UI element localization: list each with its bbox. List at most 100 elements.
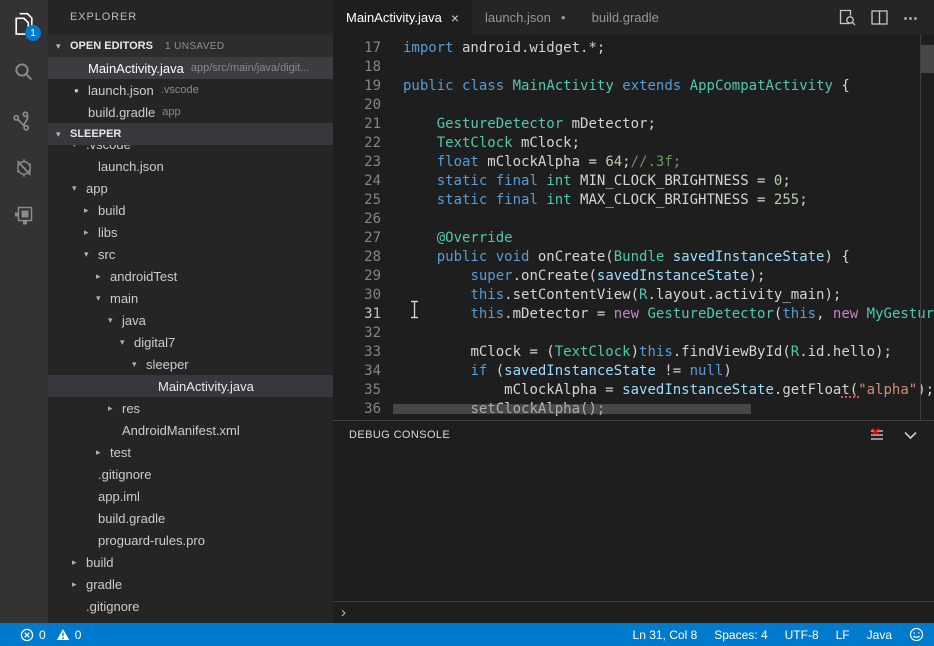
open-editor-item[interactable]: ●launch.json.vscode — [48, 79, 333, 101]
line-number: 35 — [333, 381, 381, 400]
chevron-right-icon: ▸ — [108, 403, 122, 414]
tree-item-label: MainActivity.java — [158, 379, 254, 394]
tree-item--gitignore[interactable]: .gitignore — [48, 595, 333, 617]
tree-item-build-gradle[interactable]: build.gradle — [48, 507, 333, 529]
tree-item-src[interactable]: ▾src — [48, 243, 333, 265]
tree-item-app-iml[interactable]: app.iml — [48, 485, 333, 507]
unsaved-count-badge: 1 UNSAVED — [165, 41, 225, 52]
search-icon — [12, 60, 36, 84]
warning-count: 0 — [75, 628, 82, 642]
line-number: 22 — [333, 134, 381, 153]
tree-item-launch-json[interactable]: launch.json — [48, 155, 333, 177]
line-content: static final int MAX_CLOCK_BRIGHTNESS = … — [403, 191, 808, 210]
status-lf[interactable]: LF — [836, 628, 850, 642]
code-line: 24 static final int MIN_CLOCK_BRIGHTNESS… — [333, 172, 934, 191]
activitybar-debug[interactable] — [0, 144, 48, 192]
status-java[interactable]: Java — [867, 628, 892, 642]
chevron-down-icon: ▾ — [108, 315, 122, 326]
code-line: 23 float mClockAlpha = 64;//.3f; — [333, 153, 934, 172]
problems-indicator[interactable]: 0 — [20, 628, 46, 642]
tree-item-libs[interactable]: ▸libs — [48, 221, 333, 243]
tree-item-app[interactable]: ▾app — [48, 177, 333, 199]
tree-item-gradle[interactable]: ▸gradle — [48, 573, 333, 595]
split-editor-icon[interactable] — [871, 10, 888, 25]
tree-item-proguard-rules-pro[interactable]: proguard-rules.pro — [48, 529, 333, 551]
tree-item-build[interactable]: ▸build — [48, 551, 333, 573]
tree-item-androidtest[interactable]: ▸androidTest — [48, 265, 333, 287]
open-editor-filename: MainActivity.java — [88, 61, 184, 76]
folder-section-header[interactable]: ▾ SLEEPER — [48, 123, 333, 145]
status-bar: 0 0 Ln 31, Col 8 Spaces: 4 UTF-8 LF Java — [0, 623, 934, 646]
status-utf-8[interactable]: UTF-8 — [785, 628, 819, 642]
chevron-down-icon: ▾ — [120, 337, 134, 348]
code-lines: 17import android.widget.*;1819public cla… — [333, 39, 934, 419]
tree-item-label: .gitignore — [86, 599, 139, 614]
tree-item--vscode[interactable]: ▾.vscode — [48, 145, 333, 155]
main-row: 1 — [0, 0, 934, 623]
status-ln[interactable]: Ln 31, Col 8 — [633, 628, 698, 642]
code-line: 31 this.mDetector = new GestureDetector(… — [333, 305, 934, 324]
status-spaces[interactable]: Spaces: 4 — [714, 628, 767, 642]
panel-output[interactable] — [333, 449, 934, 601]
tree-item-res[interactable]: ▸res — [48, 397, 333, 419]
chevron-right-icon: ▸ — [84, 205, 98, 216]
activitybar-extensions[interactable] — [0, 192, 48, 240]
sidebar-title: EXPLORER — [48, 0, 333, 35]
line-number: 36 — [333, 400, 381, 419]
line-number: 30 — [333, 286, 381, 305]
collapse-panel-icon[interactable] — [903, 430, 918, 441]
tree-item-main[interactable]: ▾main — [48, 287, 333, 309]
folder-name: SLEEPER — [70, 128, 121, 140]
activitybar-source-control[interactable] — [0, 96, 48, 144]
clear-console-icon[interactable] — [869, 428, 885, 443]
line-number: 21 — [333, 115, 381, 134]
editor-group: MainActivity.java×launch.json●build.grad… — [333, 0, 934, 623]
tree-item-build[interactable]: ▸build — [48, 199, 333, 221]
open-preview-icon[interactable] — [839, 9, 856, 26]
open-editor-item[interactable]: MainActivity.javaapp/src/main/java/digit… — [48, 57, 333, 79]
open-editor-item[interactable]: build.gradleapp — [48, 101, 333, 123]
line-number: 17 — [333, 39, 381, 58]
tree-item-androidmanifest-xml[interactable]: AndroidManifest.xml — [48, 419, 333, 441]
activitybar-explorer[interactable]: 1 — [0, 0, 48, 48]
tree-item-digital7[interactable]: ▾digital7 — [48, 331, 333, 353]
line-content: mClock = (TextClock)this.findViewById(R.… — [403, 343, 892, 362]
open-editors-label: OPEN EDITORS — [70, 40, 153, 52]
chevron-down-icon: ▾ — [84, 249, 98, 260]
panel-title[interactable]: DEBUG CONSOLE — [349, 429, 450, 441]
tree-item-sleeper[interactable]: ▾sleeper — [48, 353, 333, 375]
warnings-indicator[interactable]: 0 — [56, 628, 82, 642]
tree-item--gitignore[interactable]: .gitignore — [48, 463, 333, 485]
code-line: 25 static final int MAX_CLOCK_BRIGHTNESS… — [333, 191, 934, 210]
line-content: static final int MIN_CLOCK_BRIGHTNESS = … — [403, 172, 791, 191]
tab-launch-json[interactable]: launch.json● — [472, 0, 579, 35]
line-content: public class MainActivity extends AppCom… — [403, 77, 850, 96]
tree-item-label: java — [122, 313, 146, 328]
vertical-scrollbar[interactable] — [921, 45, 934, 73]
line-number: 25 — [333, 191, 381, 210]
debug-console-input[interactable]: › — [333, 601, 934, 623]
code-editor[interactable]: 17import android.widget.*;1819public cla… — [333, 35, 934, 420]
tree-item-label: .vscode — [86, 145, 131, 152]
editor-actions: ⋯ — [839, 0, 934, 35]
tree-item-mainactivity-java[interactable]: MainActivity.java — [48, 375, 333, 397]
chevron-down-icon: ▾ — [96, 293, 110, 304]
open-editors-header[interactable]: ▾ OPEN EDITORS 1 UNSAVED — [48, 35, 333, 57]
more-actions-icon[interactable]: ⋯ — [903, 9, 919, 27]
tab-label: launch.json — [485, 10, 551, 25]
line-content: TextClock mClock; — [403, 134, 580, 153]
feedback-smiley-icon[interactable] — [909, 627, 924, 642]
chevron-right-icon: ▸ — [84, 227, 98, 238]
tree-item-label: sleeper — [146, 357, 189, 372]
tree-item-test[interactable]: ▸test — [48, 441, 333, 463]
horizontal-scrollbar[interactable] — [393, 404, 751, 414]
error-icon — [20, 628, 34, 642]
line-content: this.mDetector = new GestureDetector(thi… — [403, 305, 934, 324]
close-icon[interactable]: × — [451, 11, 459, 25]
activitybar-search[interactable] — [0, 48, 48, 96]
tab-build-gradle[interactable]: build.gradle — [579, 0, 672, 35]
open-editor-filename: build.gradle — [88, 105, 155, 120]
tab-mainactivity-java[interactable]: MainActivity.java× — [333, 0, 472, 35]
code-line: 19public class MainActivity extends AppC… — [333, 77, 934, 96]
tree-item-java[interactable]: ▾java — [48, 309, 333, 331]
